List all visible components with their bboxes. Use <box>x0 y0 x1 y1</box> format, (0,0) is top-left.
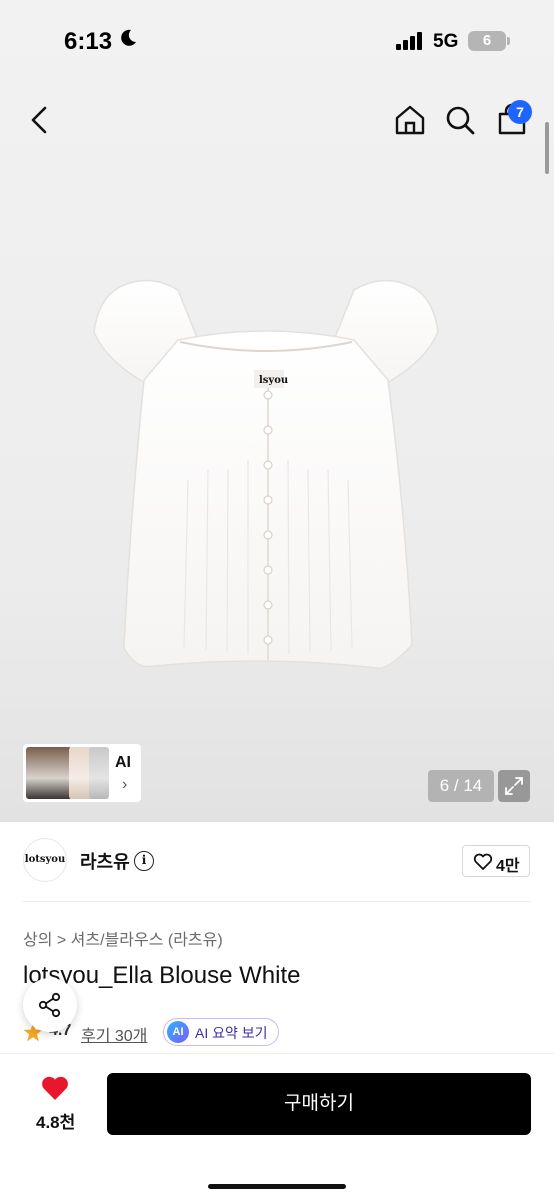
ai-label: AI <box>115 754 131 771</box>
buy-button[interactable]: 구매하기 <box>107 1073 531 1135</box>
home-icon[interactable] <box>390 100 430 140</box>
thumbnail-1[interactable] <box>26 747 72 799</box>
ai-badge-icon: AI <box>167 1021 189 1043</box>
ai-summary-label: AI 요약 보기 <box>195 1025 268 1041</box>
brand-like-count: 4만 <box>496 858 520 875</box>
divider <box>23 901 531 902</box>
info-icon[interactable]: i <box>134 851 154 871</box>
brand-logo[interactable]: lotsyou <box>23 838 67 882</box>
heart-outline-icon <box>473 853 493 870</box>
search-icon[interactable] <box>440 100 480 140</box>
network-type: 5G <box>433 31 459 52</box>
battery-icon: 6 <box>468 31 506 51</box>
cart-count-badge: 7 <box>508 100 532 124</box>
garment-label: lsyou <box>259 375 289 386</box>
scrollbar[interactable] <box>545 122 549 174</box>
chevron-right-icon: › <box>122 776 128 793</box>
status-bar: 6:13 5G 6 <box>0 0 554 84</box>
heart-filled-icon <box>42 1076 68 1100</box>
moon-icon <box>121 29 136 46</box>
share-button[interactable] <box>23 978 77 1032</box>
battery-cap <box>507 37 510 45</box>
brand-like-button[interactable]: 4만 <box>462 845 530 877</box>
thumbnail-3[interactable] <box>89 747 109 799</box>
signal-icon <box>396 32 422 50</box>
share-icon <box>38 992 61 1018</box>
breadcrumb[interactable]: 상의 > 셔츠/블라우스 (라츠유) <box>23 926 223 950</box>
product-photo-blouse <box>93 279 439 669</box>
reviews-link[interactable]: 후기 30개 <box>81 1022 147 1046</box>
wishlist-button[interactable]: 4.8천 <box>34 1074 78 1134</box>
brand-name[interactable]: 라츠유 <box>80 848 130 874</box>
home-indicator[interactable] <box>208 1184 346 1189</box>
ai-thumbnail-strip[interactable]: AI › <box>23 744 141 802</box>
wishlist-count: 4.8천 <box>36 1113 76 1132</box>
back-icon[interactable] <box>20 100 60 140</box>
ai-summary-button[interactable]: AI AI 요약 보기 <box>163 1018 279 1046</box>
image-counter: 6 / 14 <box>428 770 494 802</box>
status-time: 6:13 <box>64 28 113 55</box>
expand-icon[interactable] <box>498 770 530 802</box>
